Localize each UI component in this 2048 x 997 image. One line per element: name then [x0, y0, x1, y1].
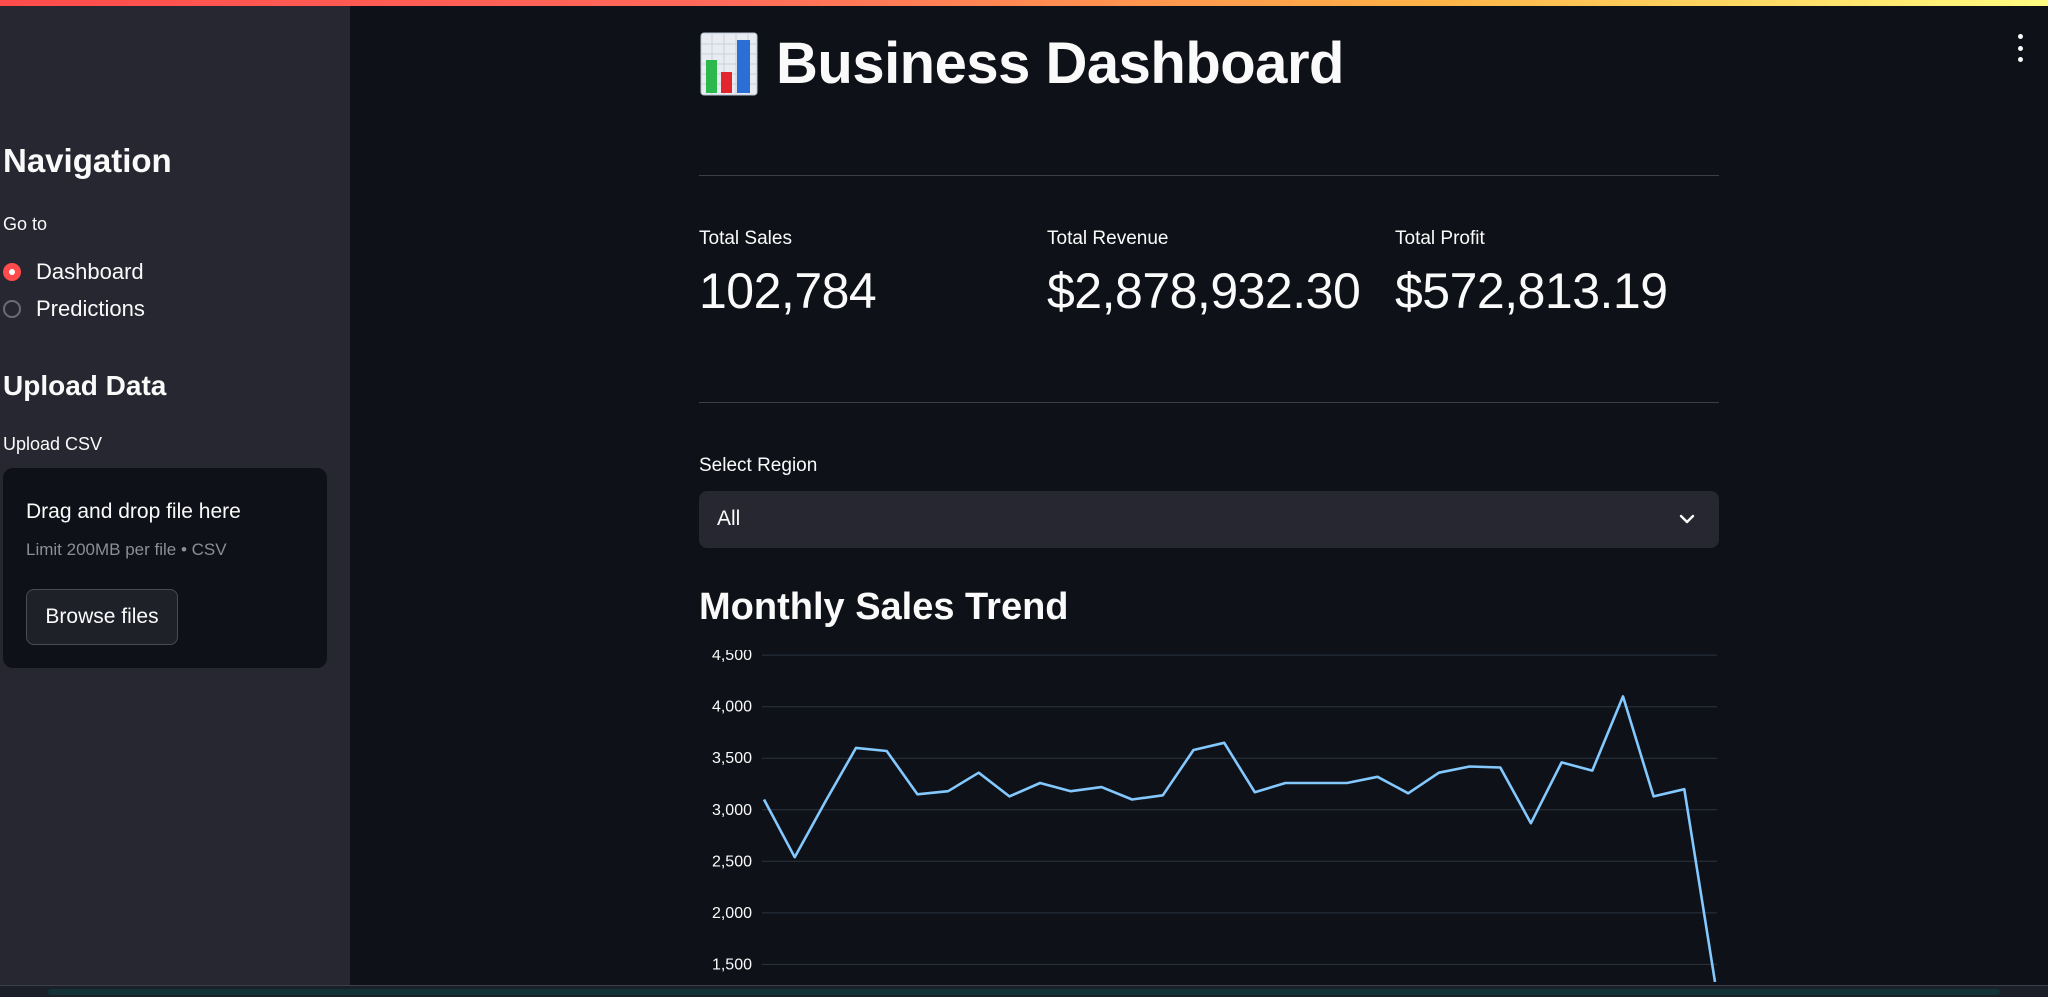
- data-point: [1188, 745, 1198, 755]
- radio-unchecked-icon: [3, 300, 21, 318]
- radio-dashboard-label: Dashboard: [36, 259, 144, 284]
- sidebar: Navigation Go to Dashboard Predictions U…: [0, 6, 350, 986]
- chevron-down-icon: [1679, 514, 1695, 524]
- data-point: [1219, 738, 1229, 748]
- data-point: [851, 743, 861, 753]
- data-point: [882, 746, 892, 756]
- data-point: [1679, 784, 1689, 794]
- chart-title: Monthly Sales Trend: [699, 586, 1069, 628]
- data-point: [1465, 761, 1475, 771]
- y-tick-label: 4,000: [712, 699, 752, 716]
- file-dropzone[interactable]: Drag and drop file here Limit 200MB per …: [3, 468, 327, 668]
- y-tick-label: 2,500: [712, 853, 752, 870]
- y-tick-label: 2,000: [712, 905, 752, 922]
- page-title: Business Dashboard: [776, 31, 1344, 96]
- bottom-bar-pill: [48, 989, 2000, 995]
- metric-label: Total Profit: [1395, 228, 1485, 249]
- app-root: Navigation Go to Dashboard Predictions U…: [0, 0, 2048, 997]
- data-point: [1587, 766, 1597, 776]
- metric-total-profit: Total Profit $572,813.19: [1395, 228, 1668, 320]
- data-point: [1004, 791, 1014, 801]
- radio-predictions[interactable]: Predictions: [3, 296, 145, 322]
- dropzone-limit: Limit 200MB per file • CSV: [26, 540, 227, 559]
- kebab-menu-icon[interactable]: [2010, 34, 2030, 62]
- data-point: [1066, 786, 1076, 796]
- data-point: [1035, 778, 1045, 788]
- divider: [699, 402, 1719, 403]
- menu-dot: [2017, 34, 2023, 39]
- upload-csv-label: Upload CSV: [3, 434, 103, 454]
- series-line: [762, 695, 1717, 983]
- metric-value: $2,878,932.30: [1047, 263, 1361, 319]
- metric-total-sales: Total Sales 102,784: [699, 228, 877, 320]
- radio-checked-icon: [3, 263, 21, 281]
- metric-label: Total Sales: [699, 228, 792, 249]
- menu-dot: [2017, 45, 2023, 51]
- data-point: [1158, 790, 1168, 800]
- monthly-sales-line-chart: 1,500 2,000 2,500 3,000 3,500 4,000 4,500: [712, 650, 1720, 985]
- data-point: [1373, 772, 1383, 782]
- bottom-bar: [0, 985, 2048, 997]
- data-point: [1096, 782, 1106, 792]
- browse-files-button[interactable]: Browse files: [26, 589, 178, 645]
- data-point: [1710, 977, 1720, 985]
- region-select-value: All: [717, 507, 741, 530]
- data-point: [1557, 757, 1567, 767]
- data-point: [974, 768, 984, 778]
- data-point: [912, 789, 922, 799]
- data-point: [1250, 787, 1260, 797]
- divider: [699, 175, 1719, 176]
- data-point: [1526, 818, 1536, 828]
- metric-label: Total Revenue: [1047, 228, 1169, 249]
- select-region-label: Select Region: [699, 455, 818, 476]
- data-point: [820, 797, 830, 807]
- data-point: [1342, 778, 1352, 788]
- y-tick-label: 4,500: [712, 650, 752, 664]
- data-point: [1127, 794, 1137, 804]
- radio-dashboard[interactable]: Dashboard: [3, 259, 144, 285]
- navigation-heading: Navigation: [3, 142, 172, 179]
- metric-total-revenue: Total Revenue $2,878,932.30: [1047, 228, 1361, 320]
- region-select[interactable]: All: [699, 491, 1719, 548]
- dropzone-title: Drag and drop file here: [26, 500, 241, 523]
- data-point: [1618, 691, 1628, 701]
- bar-chart-icon: [700, 32, 758, 95]
- data-point: [1649, 791, 1659, 801]
- metric-value: 102,784: [699, 263, 877, 319]
- data-point: [759, 794, 769, 804]
- goto-label: Go to: [3, 214, 48, 234]
- data-point: [1434, 768, 1444, 778]
- menu-dot: [2017, 57, 2023, 62]
- data-point: [1281, 778, 1291, 788]
- data-point: [943, 786, 953, 796]
- data-point: [790, 852, 800, 862]
- data-point: [1495, 763, 1505, 773]
- y-tick-label: 1,500: [712, 956, 752, 973]
- y-tick-label: 3,000: [712, 802, 752, 819]
- upload-data-heading: Upload Data: [3, 370, 167, 401]
- data-point: [1311, 778, 1321, 788]
- data-point: [1403, 788, 1413, 798]
- page-header: Business Dashboard: [700, 30, 1344, 97]
- metric-value: $572,813.19: [1395, 263, 1668, 319]
- y-tick-label: 3,500: [712, 750, 752, 767]
- radio-predictions-label: Predictions: [36, 296, 145, 321]
